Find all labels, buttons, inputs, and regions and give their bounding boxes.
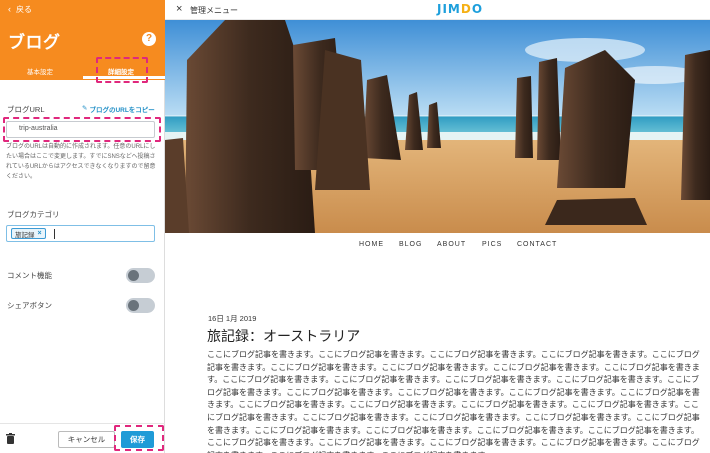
site-navigation: HOME BLOG ABOUT PICS CONTACT (165, 233, 710, 257)
nav-home[interactable]: HOME (359, 241, 384, 248)
blog-settings-panel: ‹ 戻る ブログ ? 基本設定 詳細設定 ブログURL ✎ ブログのURLをコピ… (0, 0, 165, 453)
toggle-knob (128, 300, 139, 311)
admin-menu-label[interactable]: 管理メニュー (190, 5, 238, 16)
close-icon[interactable]: × (176, 3, 182, 15)
remove-tag-icon[interactable]: × (38, 230, 42, 237)
post-date: 16日 1月 2019 (208, 314, 257, 323)
share-button-toggle[interactable] (126, 298, 155, 313)
comment-feature-toggle[interactable] (126, 268, 155, 283)
blog-category-label: ブログカテゴリ (7, 210, 60, 219)
blog-url-help-text: ブログのURLは自動的に作成されます。任意のURLにしたい場合はここで変更します… (6, 144, 156, 180)
jimdo-logo: JIMDO (437, 2, 484, 16)
highlight-box-advanced-tab (96, 57, 148, 83)
copy-url-label: ブログのURLをコピー (89, 107, 155, 114)
help-icon[interactable]: ? (142, 32, 156, 46)
panel-title: ブログ (8, 33, 61, 52)
toggle-knob (128, 270, 139, 281)
nav-blog[interactable]: BLOG (399, 241, 422, 248)
admin-top-bar: × 管理メニュー JIMDO (165, 0, 710, 20)
nav-contact[interactable]: CONTACT (517, 241, 557, 248)
trash-icon[interactable] (6, 433, 15, 444)
cancel-button[interactable]: キャンセル (58, 431, 115, 448)
nav-about[interactable]: ABOUT (437, 241, 466, 248)
blog-category-input[interactable]: 旅記録 × (6, 225, 155, 242)
link-icon: ✎ (82, 105, 88, 112)
share-button-label: シェアボタン (7, 301, 52, 310)
category-tag: 旅記録 × (11, 228, 46, 239)
text-caret (54, 229, 55, 239)
tab-basic-settings[interactable]: 基本設定 (27, 66, 53, 76)
highlight-box-url-input (3, 117, 161, 142)
post-title: 旅記録：オーストラリア (207, 328, 361, 344)
chevron-left-icon: ‹ (8, 4, 11, 14)
comment-feature-label: コメント機能 (7, 271, 52, 280)
logo-letter-d: D (460, 2, 472, 16)
hero-image (165, 20, 710, 233)
back-label: 戻る (16, 5, 32, 14)
beach-rocks-illustration (165, 20, 710, 233)
category-tag-label: 旅記録 (15, 231, 35, 239)
copy-url-link[interactable]: ✎ ブログのURLをコピー (82, 104, 155, 114)
highlight-box-save-button (114, 425, 164, 451)
nav-pics[interactable]: PICS (482, 241, 502, 248)
post-body: ここにブログ記事を書きます。ここにブログ記事を書きます。ここにブログ記事を書きま… (207, 350, 700, 453)
back-button[interactable]: ‹ 戻る (8, 4, 32, 15)
blog-url-label: ブログURL (7, 105, 45, 114)
